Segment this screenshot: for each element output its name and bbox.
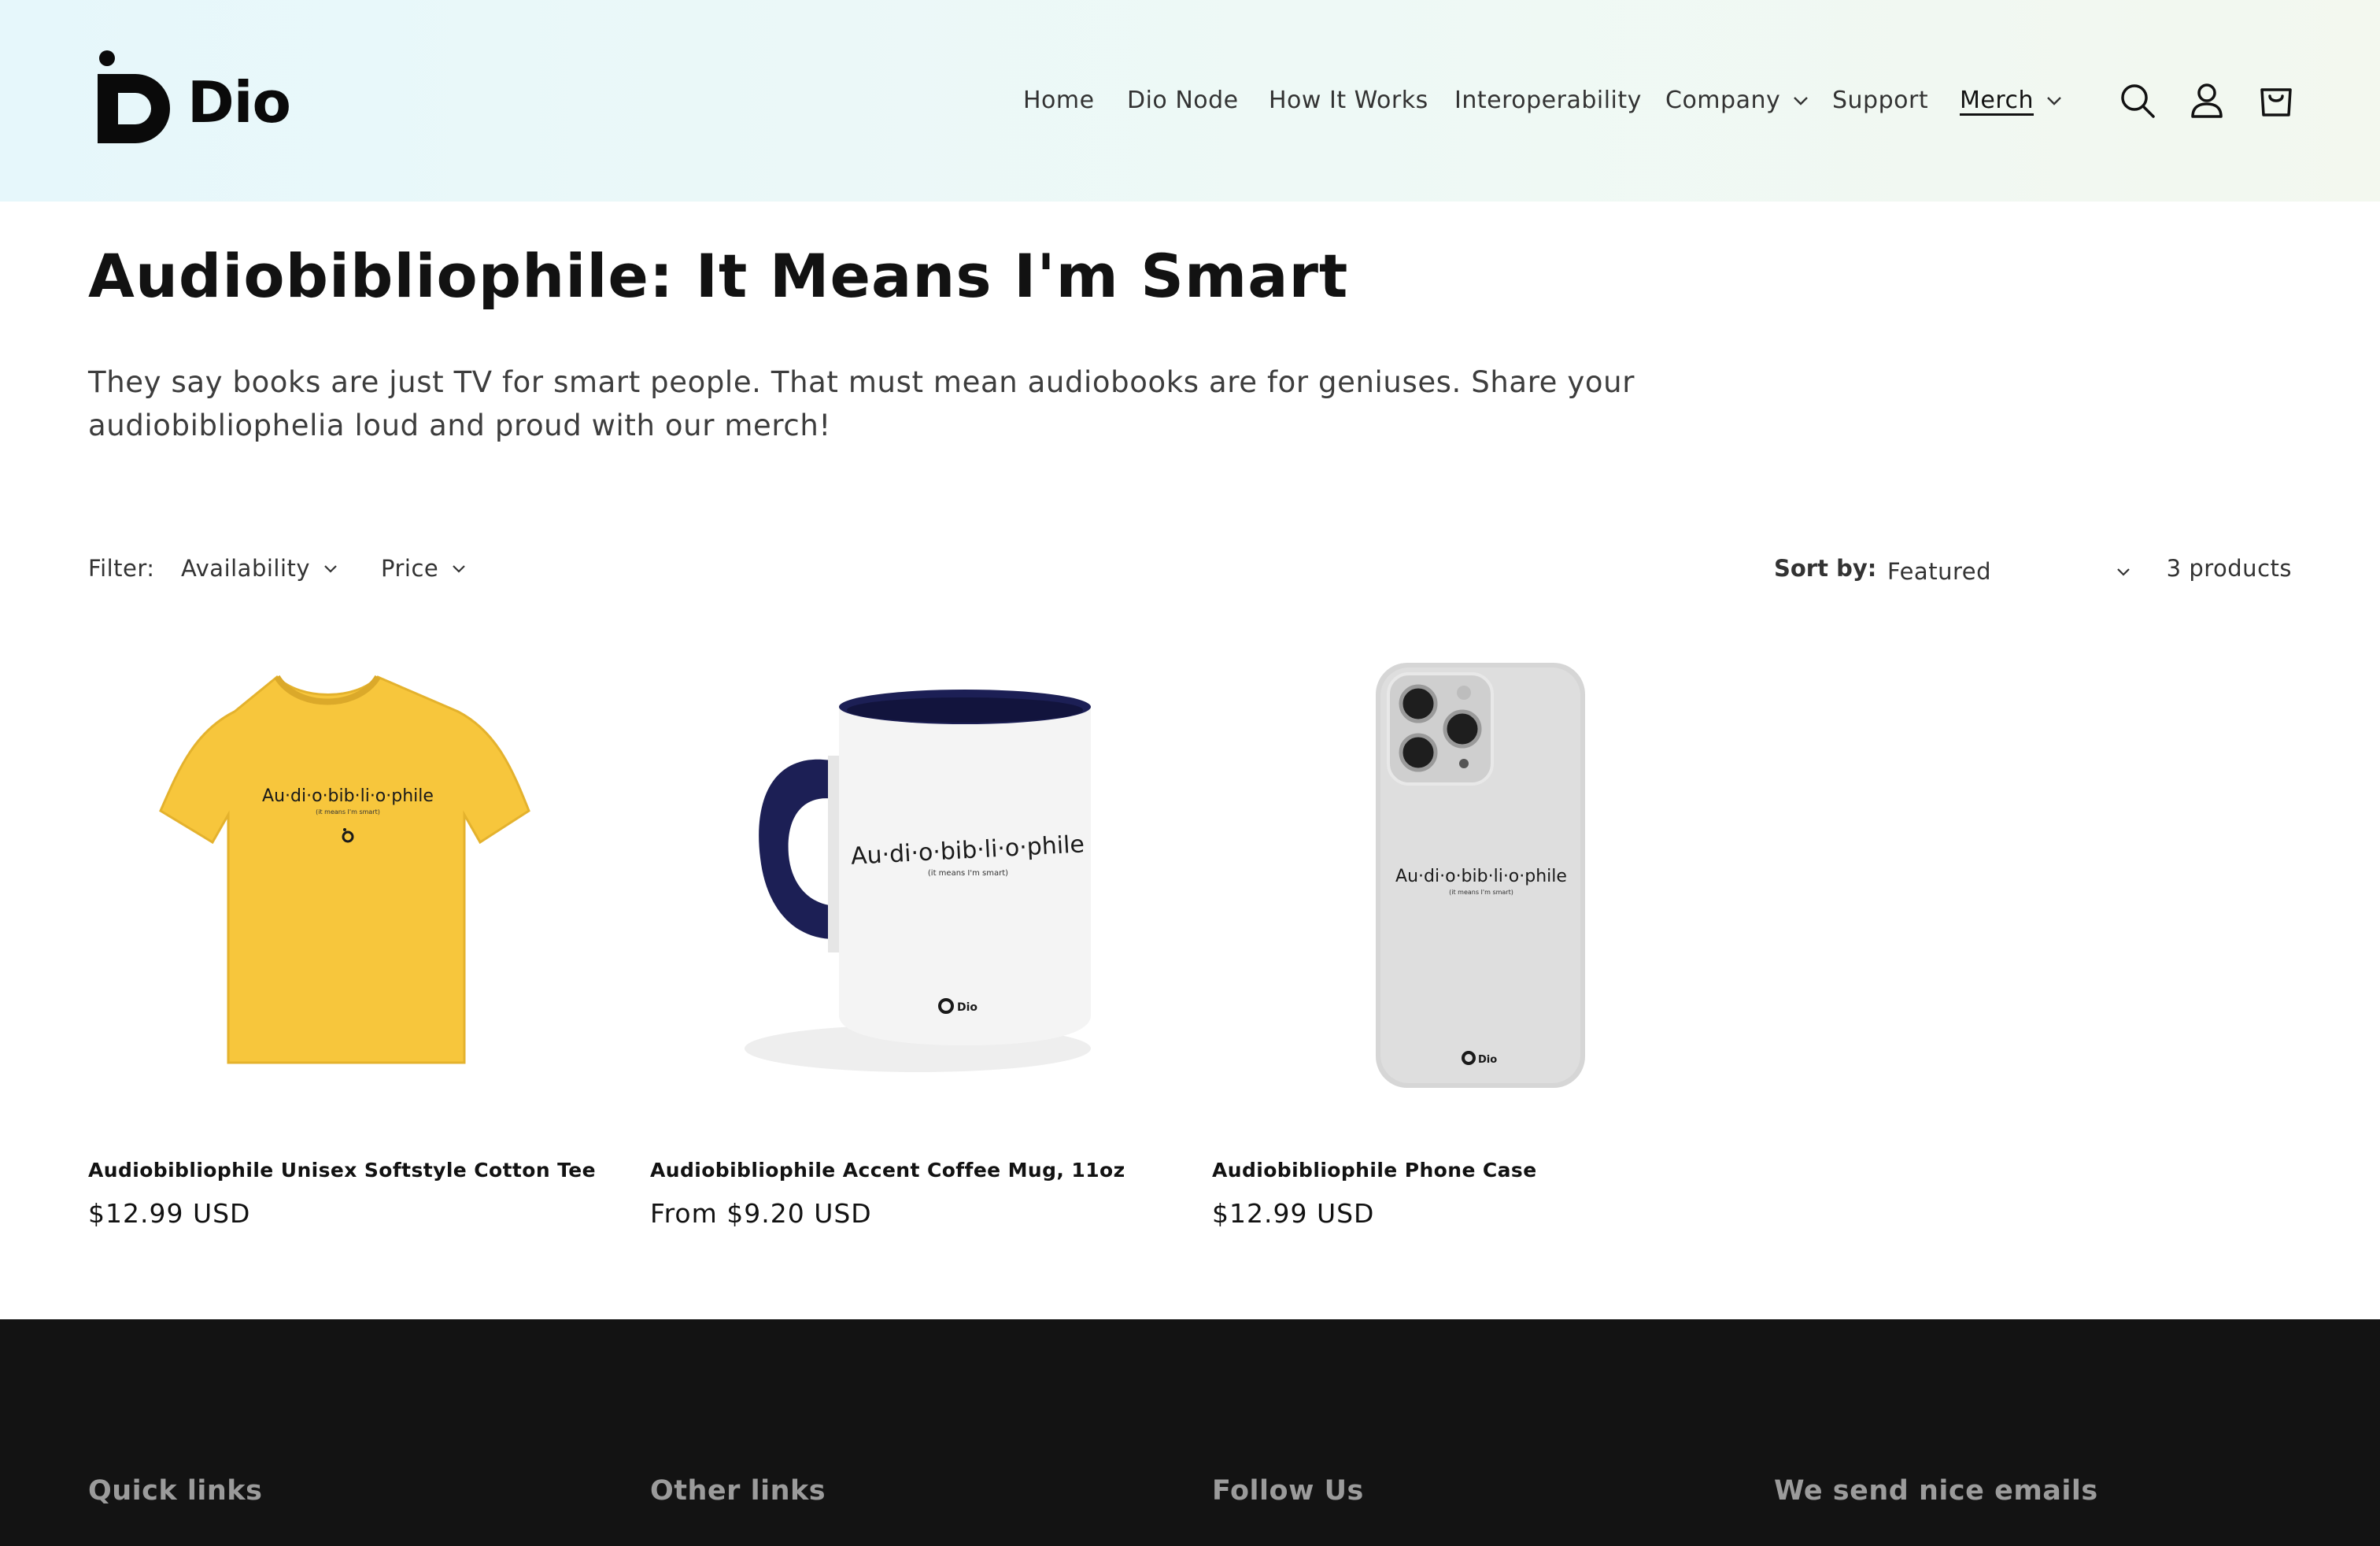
nav-interoperability-label: Interoperability [1454,87,1642,114]
product-card[interactable]: Au·di·o·bib·li·o·phile (it means I'm sma… [88,645,623,1244]
search-button[interactable] [2117,80,2158,121]
tshirt-image: Au·di·o·bib·li·o·phile (it means I'm sma… [159,675,530,1064]
search-icon [2121,84,2155,118]
tshirt-print-subtext: (it means I'm smart) [316,808,380,816]
chevron-down-icon [453,565,466,573]
filter-availability[interactable]: Availability [181,551,338,586]
chevron-down-icon [1794,97,1809,105]
mug-image: Au·di·o·bib·li·o·phile (it means I'm sma… [745,690,1091,1072]
product-card[interactable]: Au·di·o·bib·li·o·phile (it means I'm sma… [1212,645,1747,1244]
phone-case-image: Au·di·o·bib·li·o·phile (it means I'm sma… [1376,663,1585,1088]
product-title[interactable]: Audiobibliophile Phone Case [1212,1159,1537,1182]
account-icon [2191,83,2223,118]
nav-home[interactable]: Home [1023,85,1095,117]
product-price: $12.99 USD [1212,1198,1375,1229]
cart-button[interactable] [2256,80,2297,121]
product-image[interactable]: Au·di·o·bib·li·o·phile (it means I'm sma… [88,645,623,1118]
product-price: From $9.20 USD [650,1198,872,1229]
product-price: $12.99 USD [88,1198,251,1229]
filter-price-label: Price [381,555,439,582]
nav-home-label: Home [1023,87,1095,114]
nav-merch-label: Merch [1960,87,2034,114]
sort-value: Featured [1887,558,1991,585]
footer-heading-follow-us: Follow Us [1212,1475,1364,1507]
filter-sort-bar: Filter: Availability Price Sort by: Feat… [88,551,2292,590]
product-count: 3 products [2166,555,2292,582]
product-grid: Au·di·o·bib·li·o·phile (it means I'm sma… [88,645,2292,1244]
footer-heading-quick-links: Quick links [88,1475,263,1507]
collection-description: They say books are just TV for smart peo… [88,365,1635,442]
filter-label: Filter: [88,555,155,582]
nav-how-it-works-label: How It Works [1269,87,1428,114]
footer-heading-other-links: Other links [650,1475,826,1507]
nav-support-label: Support [1832,87,1929,114]
nav-how-it-works[interactable]: How It Works [1269,85,1428,117]
product-title[interactable]: Audiobibliophile Accent Coffee Mug, 11oz [650,1159,1125,1182]
nav-dio-node-label: Dio Node [1127,87,1239,114]
main-nav: Home Dio Node How It Works Interoperabil… [0,0,2380,202]
product-title[interactable]: Audiobibliophile Unisex Softstyle Cotton… [88,1159,596,1182]
nav-company[interactable]: Company [1665,85,1809,117]
page-title: Audiobibliophile: It Means I'm Smart [88,241,1349,311]
account-button[interactable] [2186,80,2227,121]
product-card[interactable]: Au·di·o·bib·li·o·phile (it means I'm sma… [650,645,1185,1244]
phone-print-subtext: (it means I'm smart) [1449,889,1513,896]
nav-dio-node[interactable]: Dio Node [1127,85,1239,117]
footer-heading-newsletter: We send nice emails [1774,1475,2098,1507]
site-header: Dio Home Dio Node How It Works Interoper… [0,0,2380,202]
site-footer: Quick links Other links Follow Us We sen… [0,1319,2380,1546]
chevron-down-icon [2117,568,2130,576]
product-image[interactable]: Au·di·o·bib·li·o·phile (it means I'm sma… [650,645,1185,1118]
chevron-down-icon [324,565,337,573]
sort-select[interactable]: Featured [1887,554,2131,589]
nav-company-label: Company [1665,87,1781,114]
filter-availability-label: Availability [181,555,311,582]
tshirt-print-text: Au·di·o·bib·li·o·phile [262,786,434,806]
chevron-down-icon [2047,97,2061,105]
mug-print-subtext: (it means I'm smart) [928,869,1008,878]
phone-logo-text: Dio [1478,1054,1497,1066]
sort-label: Sort by: [1774,555,1877,582]
nav-merch[interactable]: Merch [1960,85,2062,117]
nav-interoperability[interactable]: Interoperability [1454,85,1642,117]
filter-price[interactable]: Price [381,551,467,586]
phone-print-text: Au·di·o·bib·li·o·phile [1395,867,1567,886]
mug-logo-text: Dio [957,1001,978,1014]
product-image[interactable]: Au·di·o·bib·li·o·phile (it means I'm sma… [1212,645,1747,1118]
cart-icon [2260,88,2292,117]
nav-support[interactable]: Support [1832,85,1928,117]
